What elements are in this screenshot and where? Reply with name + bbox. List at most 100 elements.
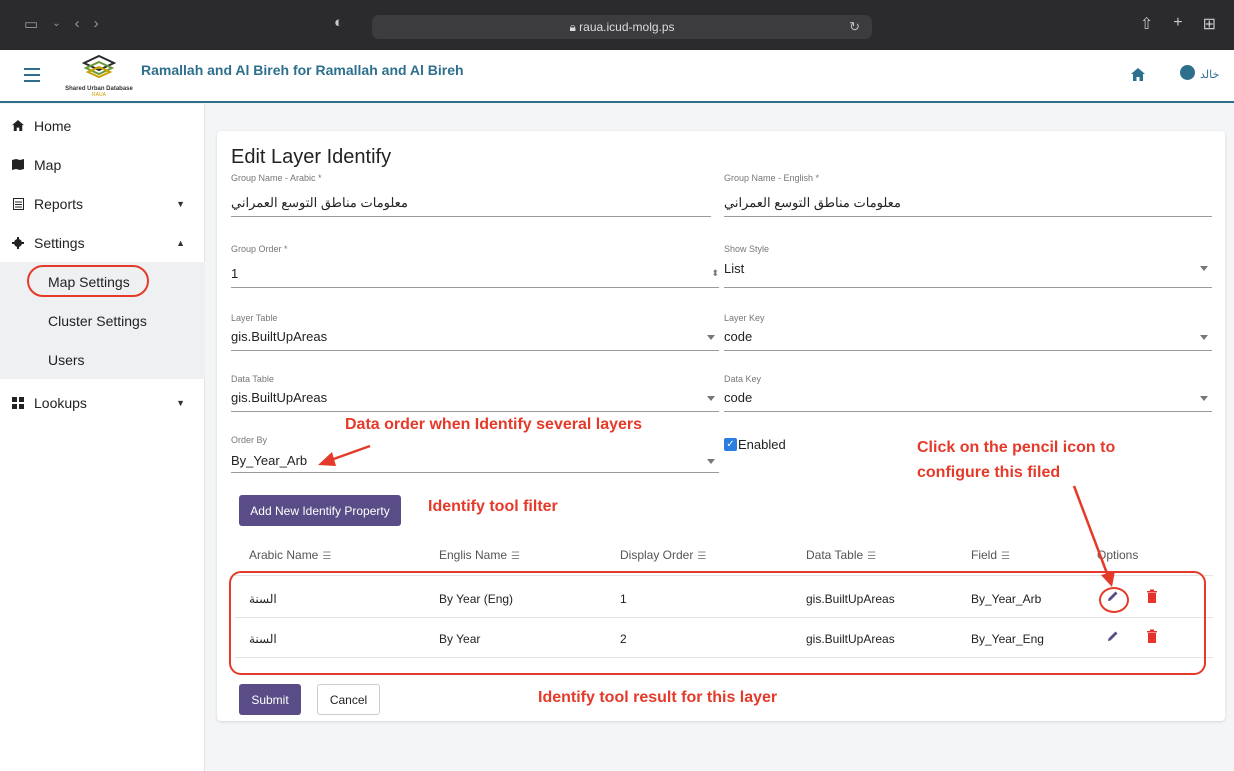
home-icon	[11, 119, 25, 133]
url-text: raua.icud-molg.ps	[579, 20, 675, 34]
home-icon[interactable]	[1131, 68, 1145, 86]
sidebar-item-label: Map	[34, 156, 62, 173]
sort-icon: ☰	[697, 551, 707, 562]
chevron-down-icon[interactable]: ⌄	[52, 18, 60, 33]
order-by-select[interactable]: Order By By_Year_Arb	[231, 435, 719, 473]
table-header: Arabic Name ☰ Englis Name ☰ Display Order ☰…	[235, 534, 1213, 576]
field-label: Data Key	[724, 374, 762, 384]
enabled-checkbox[interactable]: ✓ Enabled	[724, 437, 786, 452]
sidebar-item-reports[interactable]: Reports ▼	[0, 184, 205, 223]
column-header-label: Field	[971, 548, 998, 562]
column-header[interactable]: Field ☰	[971, 548, 1010, 562]
sidebar-item-cluster-settings[interactable]: Cluster Settings	[0, 301, 205, 340]
chevron-down-icon	[1200, 335, 1208, 340]
checkbox-checked-icon[interactable]: ✓	[724, 438, 737, 451]
sidebar-item-map[interactable]: Map	[0, 145, 205, 184]
stepper-icon[interactable]: ⬍	[711, 268, 719, 279]
field-value: 1	[231, 266, 239, 281]
field-label: Data Table	[231, 374, 274, 384]
chevron-down-icon	[707, 459, 715, 464]
sidebar-item-home[interactable]: Home	[0, 106, 205, 145]
field-value: code	[724, 390, 753, 405]
menu-icon[interactable]	[24, 68, 40, 82]
sort-icon: ☰	[1001, 551, 1010, 562]
gear-icon	[11, 236, 25, 250]
column-header-label: Data Table	[806, 548, 864, 562]
annotation-circle-map-settings	[27, 265, 149, 297]
page-title: Edit Layer Identify	[231, 146, 392, 168]
column-header[interactable]: Display Order ☰	[620, 548, 706, 562]
field-value: code	[724, 329, 753, 344]
sidebar-toggle-icon[interactable]: ▭	[24, 15, 38, 33]
sidebar-item-label: Lookups	[34, 394, 87, 411]
annotation-pencil-line1: Click on the pencil icon to	[917, 439, 1116, 456]
reports-icon	[11, 197, 25, 211]
chevron-up-icon: ▲	[176, 237, 185, 248]
field-label: Layer Key	[724, 313, 765, 323]
column-header-label: Arabic Name	[249, 548, 319, 562]
forward-icon[interactable]: ›	[94, 15, 99, 33]
chevron-down-icon	[707, 335, 715, 340]
field-value: معلومات مناطق التوسع العمراني	[231, 195, 408, 210]
annotation-circle-pencil	[1099, 587, 1129, 613]
group-order-field[interactable]: Group Order * 1 ⬍	[231, 244, 719, 288]
sidebar-item-label: Users	[48, 351, 85, 368]
address-bar[interactable]: 🔒︎ raua.icud-molg.ps ↻	[372, 15, 872, 39]
sidebar: Home Map Reports ▼ Settings ▲ Map Settin…	[0, 104, 205, 771]
layer-key-select[interactable]: Layer Key code	[724, 313, 1212, 351]
sort-icon: ☰	[511, 551, 520, 562]
sidebar-item-users[interactable]: Users	[0, 340, 205, 379]
chevron-down-icon	[1200, 266, 1208, 271]
lock-icon: 🔒︎	[569, 20, 580, 34]
new-tab-icon[interactable]: +	[1173, 14, 1182, 34]
field-value: By_Year_Arb	[231, 453, 308, 468]
data-table-select[interactable]: Data Table gis.BuiltUpAreas	[231, 374, 719, 412]
show-style-select[interactable]: Show Style List	[724, 244, 1212, 288]
field-value: معلومات مناطق التوسع العمراني	[724, 195, 901, 210]
cancel-button[interactable]: Cancel	[317, 684, 380, 715]
sidebar-item-label: Home	[34, 117, 72, 134]
annotation-filter: Identify tool filter	[428, 498, 558, 515]
annotation-result: Identify tool result for this layer	[538, 689, 778, 706]
column-header[interactable]: Data Table ☰	[806, 548, 876, 562]
sidebar-item-label: Reports	[34, 195, 84, 212]
app-header: Shared Urban Database RAUA Ramallah and …	[0, 50, 1234, 103]
field-label: Group Name - English *	[724, 173, 820, 183]
annotation-pencil-line2: configure this filed	[917, 464, 1061, 481]
reload-icon[interactable]: ↻	[849, 19, 860, 35]
sort-icon: ☰	[322, 551, 332, 562]
column-header[interactable]: Arabic Name ☰	[249, 548, 331, 562]
annotation-box-result-rows	[229, 571, 1206, 675]
privacy-shield-icon[interactable]: ◐	[334, 14, 343, 31]
chevron-down-icon: ▼	[176, 397, 185, 408]
sidebar-item-settings[interactable]: Settings ▲	[0, 223, 205, 262]
user-name[interactable]: خالد	[1200, 68, 1219, 81]
add-identify-property-button[interactable]: Add New Identify Property	[239, 495, 401, 526]
browser-toolbar: ▭ ⌄ ‹ › ◐ 🔒︎ raua.icud-molg.ps ↻ ⇧ + ⊞	[0, 0, 1234, 50]
column-header[interactable]: Englis Name ☰	[439, 548, 520, 562]
group-name-english-field[interactable]: Group Name - English * معلومات مناطق الت…	[724, 173, 1212, 217]
sidebar-item-lookups[interactable]: Lookups ▼	[0, 383, 205, 422]
layer-table-select[interactable]: Layer Table gis.BuiltUpAreas	[231, 313, 719, 351]
field-label: Group Name - Arabic *	[231, 173, 322, 183]
data-key-select[interactable]: Data Key code	[724, 374, 1212, 412]
browser-nav-icons: ▭ ⌄ ‹ ›	[24, 15, 99, 33]
sidebar-item-label: Settings	[34, 234, 85, 251]
user-icon[interactable]	[1180, 65, 1195, 80]
share-icon[interactable]: ⇧	[1140, 14, 1153, 34]
checkbox-label: Enabled	[738, 437, 786, 452]
map-icon	[11, 158, 25, 172]
logo: Shared Urban Database RAUA	[60, 54, 138, 98]
field-label: Group Order *	[231, 244, 288, 254]
back-icon[interactable]: ‹	[75, 15, 80, 33]
submit-button[interactable]: Submit	[239, 684, 301, 715]
field-value: gis.BuiltUpAreas	[231, 329, 328, 344]
annotation-data-order: Data order when Identify several layers	[345, 416, 643, 433]
logo-subtext: RAUA	[92, 92, 106, 98]
field-label: Layer Table	[231, 313, 278, 323]
group-name-arabic-field[interactable]: Group Name - Arabic * معلومات مناطق التو…	[231, 173, 711, 217]
sort-icon: ☰	[867, 551, 877, 562]
field-label: Show Style	[724, 244, 770, 254]
tab-overview-icon[interactable]: ⊞	[1203, 14, 1216, 34]
sidebar-item-label: Cluster Settings	[48, 312, 147, 329]
